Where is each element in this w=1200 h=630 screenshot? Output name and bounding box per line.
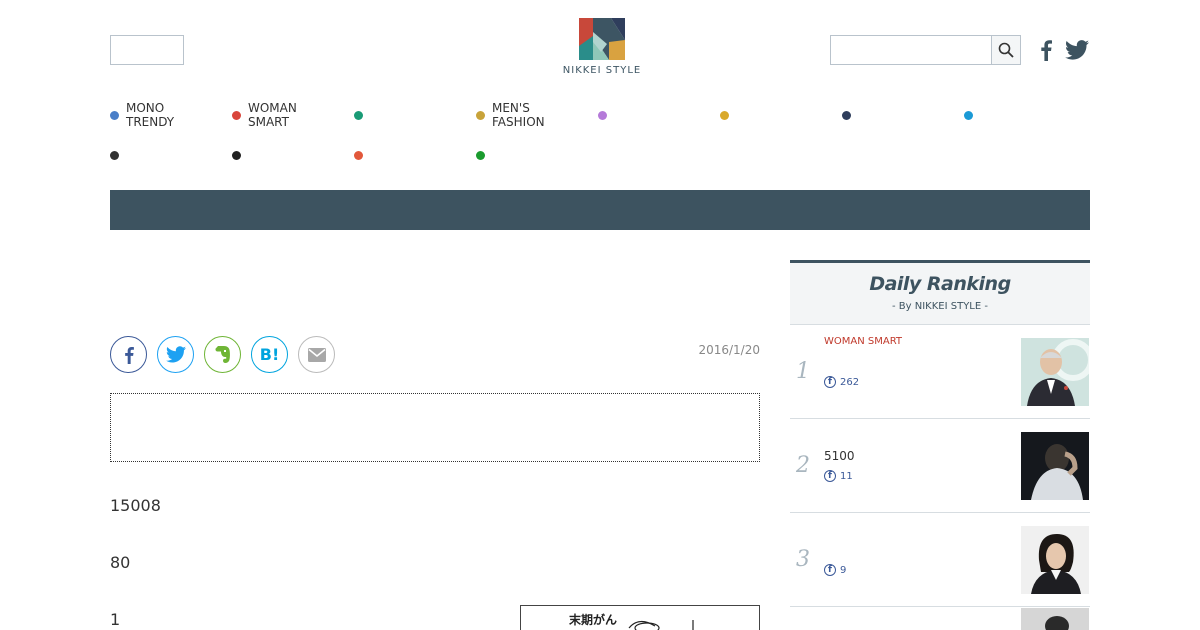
category-dot-icon bbox=[110, 110, 119, 120]
mail-icon bbox=[307, 347, 326, 362]
nikkei-n-logo-icon bbox=[579, 18, 625, 60]
share-twitter-button[interactable] bbox=[157, 336, 194, 373]
category-nav-item[interactable]: MONO TRENDY bbox=[110, 101, 174, 129]
article-cartoon-image: 末期がん bbox=[520, 605, 760, 630]
category-label: WOMAN SMART bbox=[248, 101, 297, 129]
facebook-count-value: 11 bbox=[840, 470, 853, 482]
search-box[interactable] bbox=[830, 35, 1021, 65]
category-nav-item[interactable]: MEN'S FASHION bbox=[476, 101, 545, 129]
article-summary-box bbox=[110, 393, 760, 462]
facebook-link[interactable] bbox=[1038, 38, 1054, 62]
category-dot-icon bbox=[232, 150, 241, 160]
section-banner bbox=[110, 190, 1090, 230]
daily-ranking-panel: Daily Ranking - By NIKKEI STYLE - 1 WOMA… bbox=[790, 260, 1090, 630]
twitter-icon bbox=[165, 346, 186, 363]
category-nav-item[interactable] bbox=[964, 101, 980, 129]
ranking-item[interactable]: 1 WOMAN SMART f 262 bbox=[790, 325, 1090, 419]
ranking-facebook-count: f 11 bbox=[824, 470, 853, 482]
category-dot-icon bbox=[232, 110, 241, 120]
category-nav-item[interactable] bbox=[476, 148, 492, 162]
category-nav-item[interactable] bbox=[354, 148, 370, 162]
hatena-bookmark-icon: B! bbox=[259, 345, 280, 364]
ranking-title: Daily Ranking bbox=[869, 273, 1011, 295]
facebook-count-value: 9 bbox=[840, 564, 847, 576]
search-input[interactable] bbox=[831, 36, 992, 64]
share-mail-button[interactable] bbox=[298, 336, 335, 373]
category-nav-item[interactable] bbox=[720, 101, 736, 129]
ranking-thumbnail[interactable] bbox=[1021, 608, 1089, 630]
facebook-icon: f bbox=[824, 376, 836, 388]
svg-text:末期がん: 末期がん bbox=[569, 612, 617, 627]
ranking-item[interactable]: 3 f 9 bbox=[790, 513, 1090, 607]
search-icon bbox=[998, 42, 1014, 58]
category-nav-item[interactable]: WOMAN SMART bbox=[232, 101, 297, 129]
category-dot-icon bbox=[476, 150, 485, 160]
search-button[interactable] bbox=[991, 36, 1020, 64]
ranking-number: 1 bbox=[796, 359, 810, 384]
facebook-icon bbox=[124, 346, 134, 364]
ranking-headline[interactable]: 5100 bbox=[824, 449, 855, 463]
category-dot-icon bbox=[110, 150, 119, 160]
ranking-number: 2 bbox=[796, 453, 810, 478]
category-dot-icon bbox=[354, 150, 363, 160]
article-paragraph-1: 15008 bbox=[110, 496, 161, 515]
article-paragraph-3: 1 bbox=[110, 610, 121, 629]
evernote-icon bbox=[215, 345, 230, 363]
facebook-icon: f bbox=[824, 470, 836, 482]
logo-text: NIKKEI STYLE bbox=[562, 65, 642, 76]
category-dot-icon bbox=[354, 110, 363, 120]
category-dot-icon bbox=[964, 110, 973, 120]
category-dot-icon bbox=[598, 110, 607, 120]
category-dot-icon bbox=[842, 110, 851, 120]
ranking-header: Daily Ranking - By NIKKEI STYLE - bbox=[790, 263, 1090, 325]
share-facebook-button[interactable] bbox=[110, 336, 147, 373]
article-paragraph-2: 80 bbox=[110, 553, 131, 572]
ranking-number: 3 bbox=[796, 547, 810, 572]
share-hatena-button[interactable]: B! bbox=[251, 336, 288, 373]
category-nav-item[interactable] bbox=[110, 148, 126, 162]
ranking-thumbnail[interactable] bbox=[1021, 432, 1089, 500]
category-label: MONO TRENDY bbox=[126, 101, 175, 129]
ranking-category[interactable]: WOMAN SMART bbox=[824, 336, 902, 347]
category-nav-item[interactable] bbox=[842, 101, 858, 129]
ranking-item[interactable] bbox=[790, 607, 1090, 630]
ranking-item[interactable]: 2 5100 f 11 bbox=[790, 419, 1090, 513]
ranking-facebook-count: f 9 bbox=[824, 564, 846, 576]
facebook-count-value: 262 bbox=[840, 376, 860, 388]
article-date: 2016/1/20 bbox=[698, 343, 760, 357]
twitter-link[interactable] bbox=[1064, 39, 1090, 61]
category-nav-item[interactable] bbox=[232, 148, 248, 162]
nikkei-style-logo[interactable]: NIKKEI STYLE bbox=[556, 18, 648, 76]
facebook-icon: f bbox=[824, 564, 836, 576]
category-dot-icon bbox=[720, 110, 729, 120]
header-left-input-box[interactable] bbox=[110, 35, 184, 65]
ranking-thumbnail[interactable] bbox=[1021, 338, 1089, 406]
facebook-icon bbox=[1041, 40, 1052, 61]
ranking-subtitle: - By NIKKEI STYLE - bbox=[892, 301, 988, 312]
category-label: MEN'S FASHION bbox=[492, 101, 545, 129]
ranking-facebook-count: f 262 bbox=[824, 376, 859, 388]
twitter-icon bbox=[1065, 40, 1089, 60]
category-nav-item[interactable] bbox=[354, 101, 370, 129]
category-dot-icon bbox=[476, 110, 485, 120]
category-nav-item[interactable] bbox=[598, 101, 614, 129]
ranking-thumbnail[interactable] bbox=[1021, 526, 1089, 594]
share-evernote-button[interactable] bbox=[204, 336, 241, 373]
